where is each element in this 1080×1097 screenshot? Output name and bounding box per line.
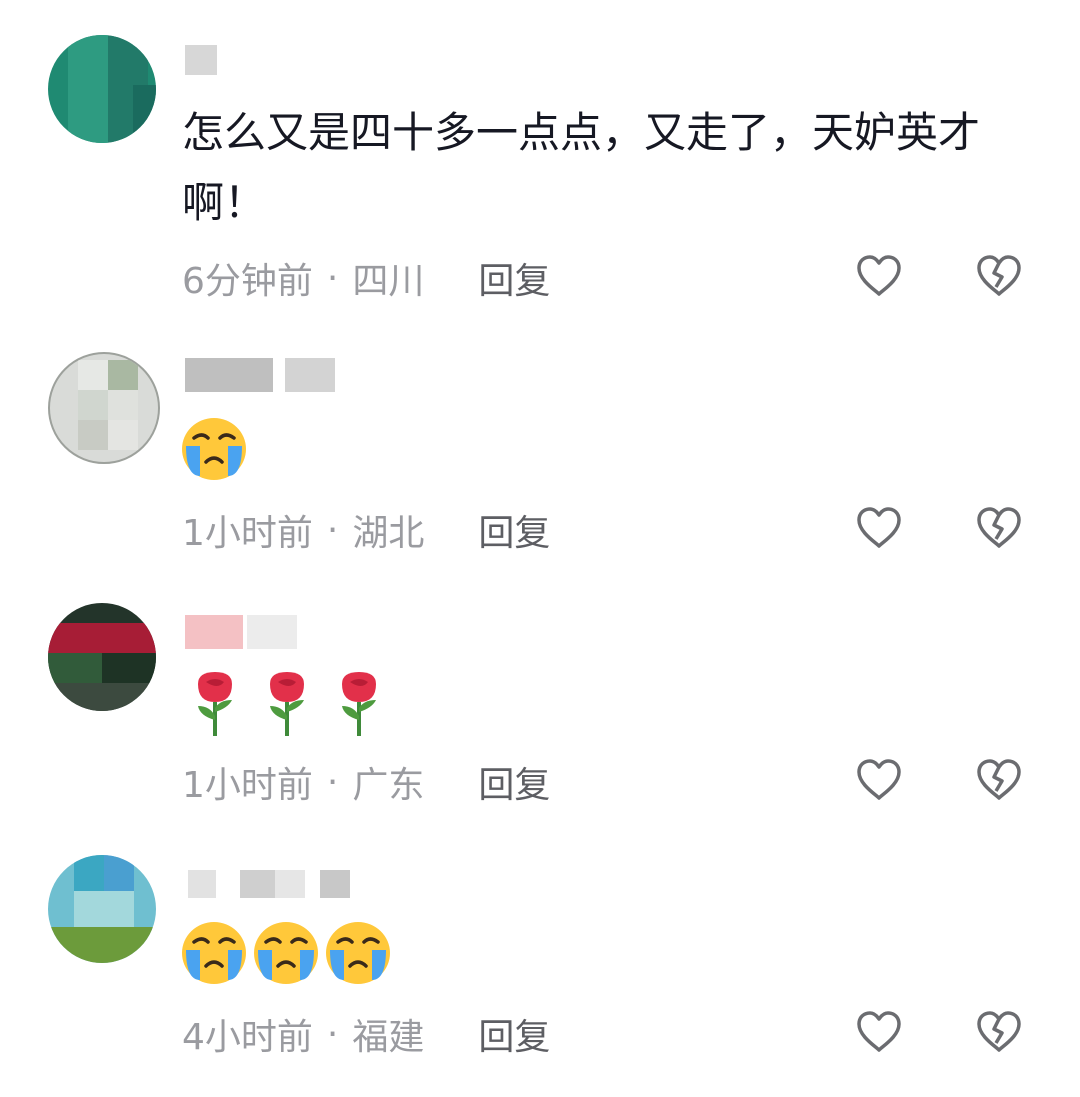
reply-button[interactable]: 回复 bbox=[478, 1008, 550, 1060]
comment-emoji bbox=[180, 920, 392, 986]
avatar[interactable] bbox=[48, 352, 160, 464]
comment-time: 4小时前 bbox=[182, 1017, 313, 1058]
loudly-crying-face-icon bbox=[182, 922, 246, 984]
comment-item: 4小时前 · 福建 回复 bbox=[0, 0, 1080, 1058]
username-blurred[interactable] bbox=[185, 358, 345, 398]
meta-separator: · bbox=[326, 1013, 339, 1055]
avatar[interactable] bbox=[48, 855, 156, 963]
heart-outline-icon[interactable] bbox=[853, 501, 905, 553]
heart-outline-icon[interactable] bbox=[853, 753, 905, 805]
comment-meta: 1小时前 · 广东 回复 bbox=[182, 756, 550, 808]
reply-button[interactable]: 回复 bbox=[478, 756, 550, 808]
comment-location: 广东 bbox=[352, 765, 425, 806]
heart-outline-icon[interactable] bbox=[853, 1005, 905, 1057]
comment-location: 福建 bbox=[352, 1017, 425, 1058]
rose-icon bbox=[198, 672, 232, 736]
meta-separator: · bbox=[326, 257, 339, 299]
broken-heart-icon[interactable] bbox=[973, 249, 1025, 301]
meta-separator: · bbox=[326, 761, 339, 803]
comment-location: 四川 bbox=[352, 261, 425, 302]
broken-heart-icon[interactable] bbox=[973, 501, 1025, 553]
comment-time: 6分钟前 bbox=[182, 261, 313, 302]
comment-location: 湖北 bbox=[352, 513, 425, 554]
comment-emoji bbox=[180, 416, 248, 482]
avatar[interactable] bbox=[48, 603, 156, 711]
loudly-crying-face-icon bbox=[182, 418, 246, 480]
username-blurred[interactable] bbox=[185, 615, 345, 655]
comment-emoji bbox=[188, 668, 386, 738]
meta-separator: · bbox=[326, 509, 339, 551]
broken-heart-icon[interactable] bbox=[973, 1005, 1025, 1057]
loudly-crying-face-icon bbox=[326, 922, 390, 984]
comment-time: 1小时前 bbox=[182, 513, 313, 554]
comment-meta: 4小时前 · 福建 回复 bbox=[182, 1008, 550, 1060]
comment-time: 1小时前 bbox=[182, 765, 313, 806]
reply-button[interactable]: 回复 bbox=[478, 504, 550, 556]
loudly-crying-face-icon bbox=[254, 922, 318, 984]
broken-heart-icon[interactable] bbox=[973, 753, 1025, 805]
reply-button[interactable]: 回复 bbox=[478, 252, 550, 304]
comment-meta: 6分钟前 · 四川 回复 bbox=[182, 252, 550, 304]
comment-meta: 1小时前 · 湖北 回复 bbox=[182, 504, 550, 556]
username-blurred[interactable] bbox=[185, 870, 350, 910]
rose-icon bbox=[342, 672, 376, 736]
rose-icon bbox=[270, 672, 304, 736]
heart-outline-icon[interactable] bbox=[853, 249, 905, 301]
